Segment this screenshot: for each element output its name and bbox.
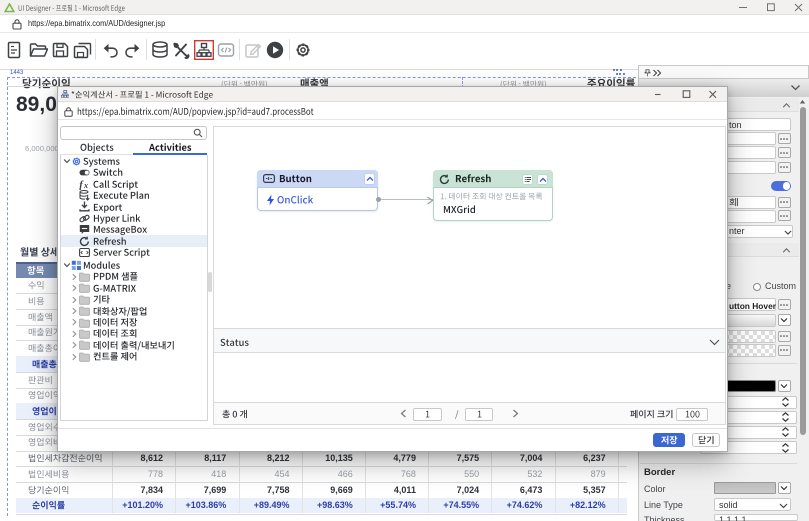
svg-text:x: x [83, 180, 88, 189]
